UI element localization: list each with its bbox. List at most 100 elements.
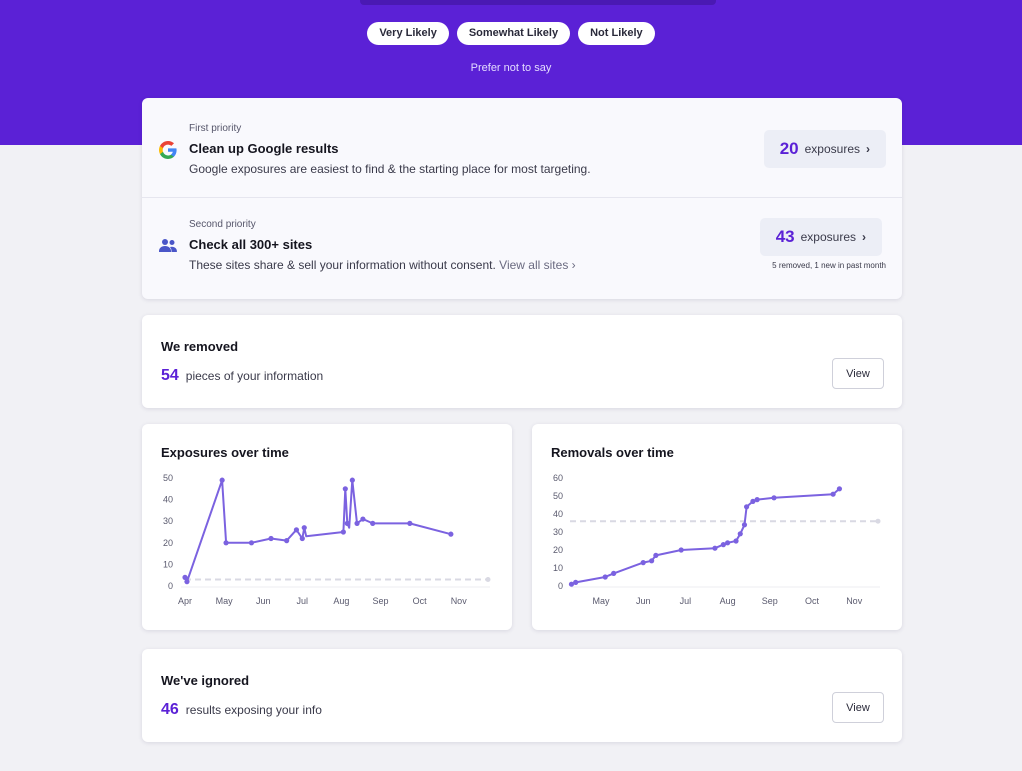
data-point [712,545,718,551]
likelihood-options: Very Likely Somewhat Likely Not Likely [0,22,1022,45]
data-point [733,538,739,544]
y-tick-label: 0 [168,581,173,591]
removals-chart-card: Removals over time 0 10 20 30 40 50 60 May Jun Ju… [532,424,902,630]
exposure-count: 20 [779,139,799,158]
google-exposures-button[interactable]: 20 exposures › [763,130,886,168]
data-point [354,520,360,526]
priority-title: Clean up Google results [189,141,339,156]
exposures-change-note: 5 removed, 1 new in past month [772,261,886,270]
x-tick-label: Jun [256,596,271,606]
y-tick-label: 30 [163,516,173,526]
removed-text: pieces of your information [185,369,324,383]
data-point [771,495,777,501]
x-tick-label: Oct [805,596,820,606]
site-exposures-button[interactable]: 43 exposures › [759,218,882,256]
ignored-title: We've ignored [161,673,250,688]
priority-row-google: First priority Clean up Google results G… [142,98,902,198]
y-tick-label: 40 [553,509,563,519]
x-tick-label: Nov [451,596,468,606]
data-point [340,529,346,535]
series-line [184,479,452,583]
y-tick-label: 20 [163,538,173,548]
prefer-not-to-say-link[interactable]: Prefer not to say [0,62,1022,74]
option-somewhat-likely-button[interactable]: Somewhat Likely [456,22,571,45]
exposure-count: 43 [775,227,795,246]
data-point [299,535,305,542]
ignored-summary: 46 results exposing your info [161,701,322,719]
y-tick-label: 60 [553,473,563,483]
x-tick-label: Jul [297,596,309,606]
option-very-likely-button[interactable]: Very Likely [367,22,449,45]
data-point [649,558,655,564]
x-tick-label: Jul [680,596,692,606]
reference-line-end [485,577,491,583]
priorities-card: First priority Clean up Google results G… [142,98,902,299]
ignored-card: We've ignored 46 results exposing your i… [142,649,902,742]
y-tick-label: 40 [163,495,173,505]
priority-description: These sites share & sell your informatio… [189,258,576,272]
data-point [573,579,579,585]
google-icon [159,141,177,159]
view-ignored-button[interactable]: View [832,692,884,723]
data-point [602,574,608,580]
data-point [223,540,229,546]
x-tick-label: Oct [413,596,428,606]
removed-card: We removed 54 pieces of your information… [142,315,902,408]
x-tick-label: Apr [178,596,192,606]
removals-chart: 0 10 20 30 40 50 60 May Jun Jul Aug Sep Oct Nov [553,473,881,606]
data-point [349,477,355,483]
data-point [678,547,684,553]
data-point [611,570,617,576]
data-point [830,491,836,497]
x-tick-label: Jun [636,596,651,606]
data-point [743,504,750,510]
y-tick-label: 50 [163,473,173,483]
chevron-right-icon: › [862,230,866,244]
x-tick-label: May [216,596,234,606]
priority-title: Check all 300+ sites [189,237,313,252]
exposure-label: exposures [800,230,856,244]
data-point [268,535,274,542]
view-all-sites-link[interactable]: View all sites › [499,258,575,272]
x-tick-label: Aug [720,596,736,606]
chevron-right-icon: › [866,142,870,156]
y-tick-label: 20 [553,545,563,555]
y-tick-label: 10 [553,563,563,573]
priority-row-sites: Second priority Check all 300+ sites The… [142,198,902,298]
y-tick-label: 0 [558,581,563,591]
data-point [301,525,307,531]
data-point [284,538,290,544]
exposures-chart: 0 10 20 30 40 50 Apr May Jun Jul Aug Sep Oct Nov [163,473,491,606]
data-point [370,520,376,526]
removed-title: We removed [161,339,239,354]
reference-line-end [875,518,881,524]
series-line [571,488,841,586]
priority-description-text: These sites share & sell your informatio… [189,258,496,272]
x-tick-label: May [592,596,610,606]
x-tick-label: Sep [372,596,388,606]
y-tick-label: 10 [163,559,173,569]
data-point [741,522,748,528]
view-removed-button[interactable]: View [832,358,884,389]
option-not-likely-button[interactable]: Not Likely [578,22,655,45]
data-point [725,540,731,546]
data-point [640,560,646,566]
people-icon [159,239,177,252]
priority-label: Second priority [189,219,256,230]
x-tick-label: Sep [762,596,778,606]
data-point [293,527,300,533]
data-point [219,477,225,483]
data-point [248,540,255,546]
y-tick-label: 50 [553,491,563,501]
ignored-count: 46 [161,701,179,718]
data-point [184,579,190,585]
data-point [754,497,760,503]
priority-label: First priority [189,123,242,134]
data-point [344,520,350,526]
exposure-label: exposures [804,142,860,156]
data-point [360,516,366,522]
removed-count: 54 [161,367,179,384]
x-tick-label: Aug [333,596,349,606]
data-point [407,520,413,526]
priority-description: Google exposures are easiest to find & t… [189,162,591,176]
